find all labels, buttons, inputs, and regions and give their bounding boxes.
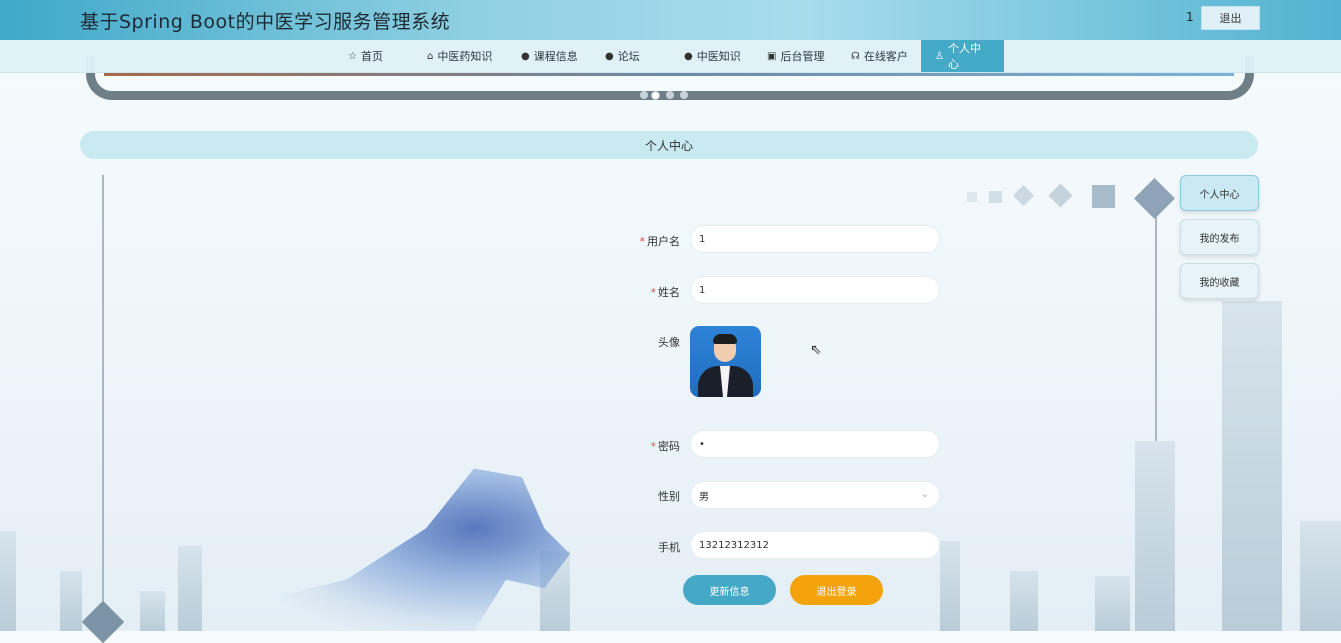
- building: [1300, 521, 1341, 631]
- avatar-label: 头像: [658, 336, 680, 349]
- side-menu-my-favorites[interactable]: 我的收藏: [1180, 263, 1259, 299]
- decor-square: [967, 192, 977, 202]
- building: [1222, 301, 1282, 631]
- main-nav: ☆ 首页 ⌂ 中医药知识 ● 课程信息 ● 论坛 ● 中医知识 ▣ 后台管理 ☊…: [0, 40, 1341, 73]
- info-icon: ●: [684, 50, 693, 62]
- decor-diamond: [1012, 184, 1035, 207]
- nav-item-tcm-knowledge[interactable]: ● 中医知识: [684, 40, 741, 72]
- logout-account-button[interactable]: 退出登录: [790, 575, 883, 605]
- required-mark: *: [650, 286, 657, 299]
- side-menu-my-posts[interactable]: 我的发布: [1180, 219, 1259, 255]
- user-name: 1: [1186, 10, 1194, 24]
- headset-icon: ☊: [851, 50, 860, 62]
- required-mark: *: [639, 235, 646, 248]
- nav-item-online-service[interactable]: ☊ 在线客户: [851, 40, 908, 72]
- name-field[interactable]: 1: [690, 276, 940, 304]
- nav-item-label: 中医药知识: [437, 50, 493, 63]
- decor-diamond: [1048, 183, 1073, 208]
- carousel-dot-active[interactable]: [651, 91, 660, 100]
- phone-label: 手机: [658, 541, 680, 554]
- header-bar: 基于Spring Boot的中医学习服务管理系统 1 退出: [0, 0, 1341, 40]
- nav-item-course-info[interactable]: ● 课程信息: [521, 40, 578, 72]
- nav-item-label: 论坛: [617, 50, 640, 63]
- nav-item-label: 个人中心: [947, 42, 981, 71]
- section-title-bar: 个人中心: [80, 131, 1258, 159]
- nav-item-admin[interactable]: ▣ 后台管理: [767, 40, 824, 72]
- nav-item-personal-center[interactable]: ♙ 个人中心: [921, 40, 1004, 72]
- carousel-dot[interactable]: [680, 91, 688, 99]
- chevron-down-icon: ⌄: [920, 489, 929, 500]
- nav-item-label: 课程信息: [533, 50, 578, 63]
- briefcase-icon: ▣: [767, 50, 777, 62]
- building: [1095, 576, 1130, 631]
- carousel-dot[interactable]: [640, 91, 648, 99]
- carousel-dot[interactable]: [666, 91, 674, 99]
- building: [1010, 571, 1038, 631]
- building: [140, 591, 165, 631]
- nav-item-forum[interactable]: ● 论坛: [605, 40, 640, 72]
- building: [940, 541, 960, 631]
- building: [60, 571, 82, 631]
- update-info-button[interactable]: 更新信息: [683, 575, 776, 605]
- nav-item-label: 在线客户: [863, 50, 908, 63]
- building: [1135, 441, 1175, 631]
- nav-item-label: 后台管理: [780, 50, 825, 63]
- runner-graphic: [250, 468, 570, 631]
- gender-label: 性别: [658, 490, 680, 503]
- name-label: * 姓名: [650, 286, 681, 299]
- decor-diamond: [81, 600, 125, 643]
- building: [178, 546, 202, 631]
- info-icon: ●: [521, 50, 530, 62]
- avatar-upload[interactable]: [690, 326, 761, 397]
- username-label: * 用户名: [639, 235, 681, 248]
- header-logout-button[interactable]: 退出: [1201, 6, 1260, 30]
- password-field[interactable]: •: [690, 430, 940, 458]
- side-menu-personal-center[interactable]: 个人中心: [1180, 175, 1259, 211]
- required-mark: *: [650, 440, 657, 453]
- gender-select[interactable]: 男 ⌄: [690, 481, 940, 509]
- decor-diamond: [1133, 177, 1176, 220]
- nav-item-label: 首页: [360, 50, 383, 63]
- username-field[interactable]: 1: [690, 225, 940, 253]
- decor-square: [989, 191, 1002, 203]
- nav-item-tcm-medicine-knowledge[interactable]: ⌂ 中医药知识: [427, 40, 492, 72]
- nav-item-home[interactable]: ☆ 首页: [348, 40, 383, 72]
- mouse-cursor-icon: ⇖: [810, 342, 822, 358]
- decor-line: [102, 175, 104, 615]
- bag-icon: ⌂: [427, 50, 434, 62]
- star-icon: ☆: [348, 50, 357, 62]
- decor-square: [1092, 185, 1115, 208]
- nav-item-label: 中医知识: [696, 50, 741, 63]
- section-title: 个人中心: [644, 138, 693, 153]
- phone-field[interactable]: 13212312312: [690, 531, 940, 559]
- building: [0, 531, 16, 631]
- question-icon: ●: [605, 50, 614, 62]
- site-title: 基于Spring Boot的中医学习服务管理系统: [80, 11, 451, 33]
- user-icon: ♙: [935, 50, 944, 62]
- password-label: * 密码: [650, 440, 681, 453]
